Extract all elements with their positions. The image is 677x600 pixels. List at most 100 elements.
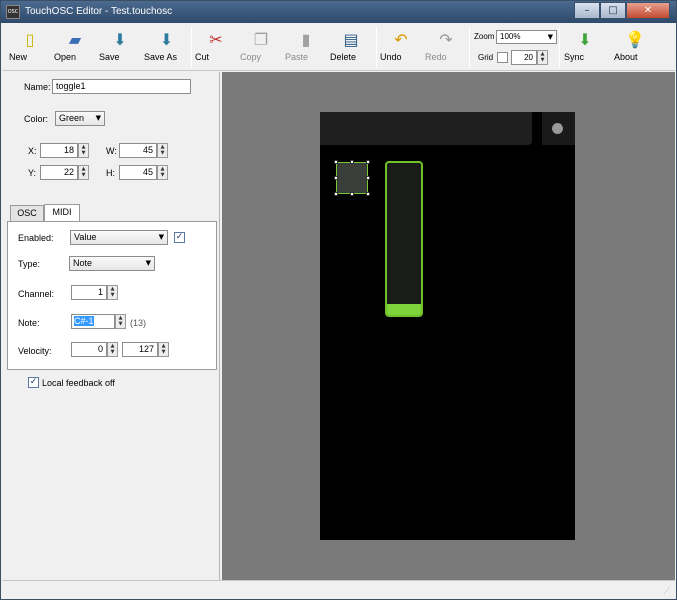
chevron-down-icon: ▼ [95,114,101,122]
enabled-label: Enabled: [18,233,54,243]
toggle-control[interactable] [334,160,370,196]
maximize-button[interactable]: □ [600,2,626,19]
resize-grip-icon[interactable]: ⋰ [663,587,673,597]
sync-arrow-icon: ⬇ [578,30,592,49]
open-button[interactable]: ▰ Open [54,26,96,68]
color-value: Green [59,113,85,123]
app-window: OSC TouchOSC Editor - Test.touchosc – □ … [0,0,677,600]
open-label: Open [54,52,77,62]
status-bar: ⋰ [2,580,675,599]
delete-button[interactable]: ▤ Delete [330,26,372,68]
x-field[interactable]: 18 [40,143,78,158]
device-preview[interactable] [320,112,575,540]
resize-handle[interactable] [334,160,338,164]
save-as-label: Save As [144,52,178,62]
velocity-max-stepper[interactable]: ▲ ▼ [158,342,169,357]
chevron-down-icon: ▼ [145,259,151,267]
redo-icon: ↷ [439,30,453,49]
name-field[interactable]: toggle1 [52,79,191,94]
copy-label: Copy [240,52,262,62]
w-label: W: [106,146,117,156]
paste-button[interactable]: ▮ Paste [285,26,327,68]
undo-icon: ↶ [394,30,408,49]
minimize-button[interactable]: – [574,2,600,19]
resize-handle[interactable] [366,176,370,180]
redo-button[interactable]: ↷ Redo [425,26,467,68]
velocity-max-field[interactable]: 127 [122,342,158,357]
local-feedback-label: Local feedback off [42,378,115,388]
cut-label: Cut [195,52,210,62]
x-stepper[interactable]: ▲ ▼ [78,143,89,158]
w-stepper[interactable]: ▲ ▼ [157,143,168,158]
undo-button[interactable]: ↶ Undo [380,26,422,68]
midi-tab-pane: Enabled: Value ▼ ✓ Type: Note ▼ Channel:… [7,221,217,370]
paste-label: Paste [285,52,309,62]
resize-handle[interactable] [334,176,338,180]
fader-control[interactable] [385,161,423,317]
toolbar-separator [191,27,192,67]
undo-label: Undo [380,52,402,62]
note-label: Note: [18,318,40,328]
enabled-select[interactable]: Value ▼ [70,230,168,245]
about-label: About [614,52,638,62]
fader-fill [387,304,421,315]
toolbar-separator [469,27,470,67]
w-field[interactable]: 45 [119,143,157,158]
lightbulb-icon: 💡 [625,30,645,49]
resize-handle[interactable] [334,192,338,196]
new-label: New [9,52,28,62]
tab-midi[interactable]: MIDI [44,204,80,221]
color-select[interactable]: Green ▼ [55,111,105,126]
sync-button[interactable]: ⬇ Sync [564,26,606,68]
y-stepper[interactable]: ▲ ▼ [78,165,89,180]
channel-field[interactable]: 1 [71,285,107,300]
tab-osc[interactable]: OSC [10,205,44,221]
note-field[interactable]: C#-1 [71,314,115,329]
title-bar[interactable]: OSC TouchOSC Editor - Test.touchosc – □ … [1,1,676,23]
delete-label: Delete [330,52,357,62]
enabled-value: Value [74,232,97,242]
save-as-icon: ⬇ [159,30,174,49]
local-feedback-checkbox[interactable]: ✓ [28,377,39,388]
delete-icon: ▤ [343,30,359,49]
page-tab-bar[interactable] [320,112,532,145]
x-label: X: [28,146,37,156]
new-button[interactable]: ▯ New [9,26,51,68]
type-label: Type: [18,259,41,269]
h-field[interactable]: 45 [119,165,157,180]
note-stepper[interactable]: ▲ ▼ [115,314,126,329]
resize-handle[interactable] [350,160,354,164]
velocity-min-field[interactable]: 0 [71,342,107,357]
window-title: TouchOSC Editor - Test.touchosc [25,6,173,17]
resize-handle[interactable] [366,160,370,164]
status-dot-icon [552,123,563,134]
resize-handle[interactable] [366,192,370,196]
type-select[interactable]: Note ▼ [69,256,155,271]
copy-button[interactable]: ❐ Copy [240,26,282,68]
save-icon: ⬇ [113,30,127,49]
h-stepper[interactable]: ▲ ▼ [157,165,168,180]
note-value: C#-1 [74,316,94,326]
save-button[interactable]: ⬇ Save [99,26,141,68]
about-button[interactable]: 💡 About [614,26,656,68]
grid-size-stepper[interactable]: ▲ ▼ [537,50,548,65]
channel-stepper[interactable]: ▲ ▼ [107,285,118,300]
window-controls: – □ ✕ [574,2,670,20]
y-field[interactable]: 22 [40,165,78,180]
grid-size-field[interactable]: 20 [511,50,537,65]
layout-canvas[interactable] [222,72,675,580]
y-label: Y: [28,168,37,178]
zoom-select[interactable]: 100% ▼ [496,30,557,44]
grid-label: Grid [478,53,494,62]
close-button[interactable]: ✕ [626,2,670,19]
cut-button[interactable]: ✂ Cut [195,26,237,68]
grid-checkbox[interactable] [497,52,508,63]
resize-handle[interactable] [350,192,354,196]
sync-label: Sync [564,52,585,62]
enabled-checkbox[interactable]: ✓ [174,232,185,243]
velocity-label: Velocity: [18,346,52,356]
channel-label: Channel: [18,289,55,299]
save-as-button[interactable]: ⬇ Save As [144,26,189,68]
save-label: Save [99,52,120,62]
velocity-min-stepper[interactable]: ▲ ▼ [107,342,118,357]
